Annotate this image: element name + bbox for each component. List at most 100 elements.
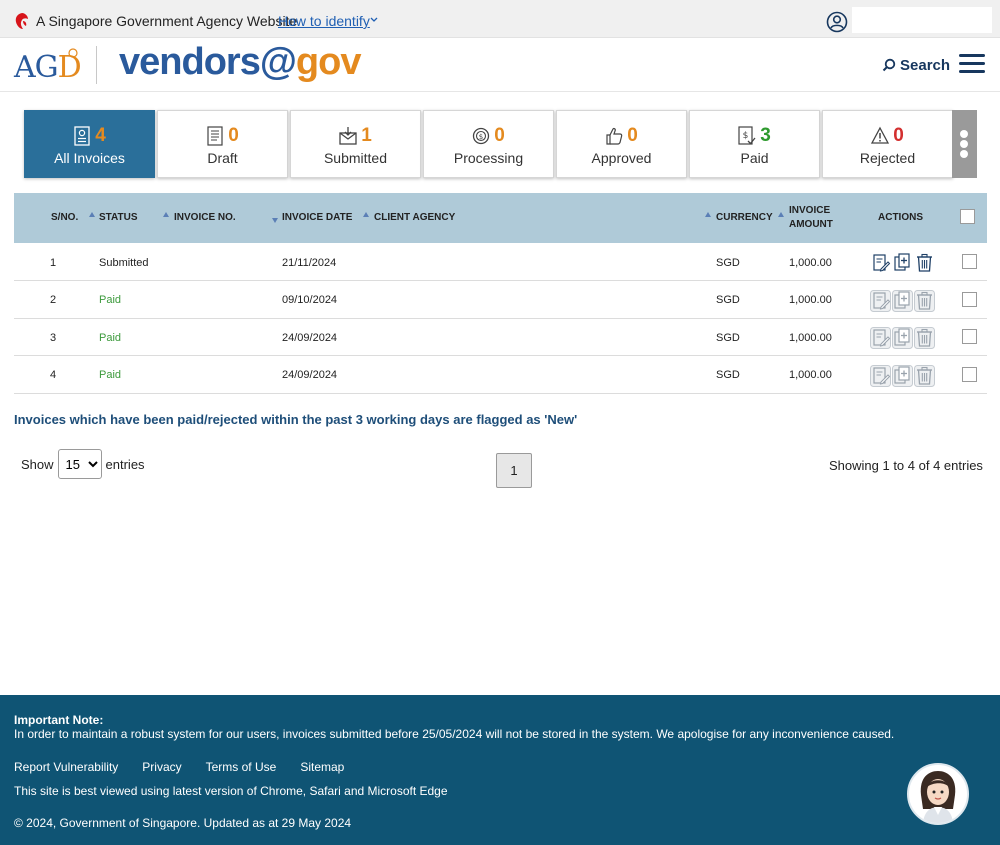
all-invoices-icon: [73, 126, 95, 146]
tab-rejected[interactable]: 0 Rejected: [822, 110, 953, 178]
cell-invoice-amount: 1,000.00: [789, 369, 832, 381]
row-actions: [870, 364, 936, 387]
row-actions: [870, 289, 936, 312]
page-button-current[interactable]: 1: [496, 453, 532, 488]
sort-asc-icon[interactable]: [88, 211, 96, 219]
sort-desc-icon[interactable]: [271, 216, 279, 224]
tab-submitted[interactable]: 1 Submitted: [290, 110, 421, 178]
tab-processing[interactable]: $ 0 Processing: [423, 110, 554, 178]
delete-invoice-icon[interactable]: [914, 289, 935, 312]
svg-text:$: $: [479, 133, 483, 141]
user-account-icon[interactable]: [826, 11, 848, 33]
footer-link-report-vulnerability[interactable]: Report Vulnerability: [14, 760, 118, 774]
table-row[interactable]: 2 Paid 09/10/2024 SGD 1,000.00: [14, 282, 987, 319]
col-header-currency[interactable]: CURRENCY: [716, 193, 773, 243]
important-note-title: Important Note:: [14, 713, 104, 727]
chevron-down-icon[interactable]: [369, 15, 379, 25]
copyright-text: © 2024, Government of Singapore. Updated…: [14, 816, 352, 830]
edit-invoice-icon[interactable]: [870, 252, 891, 274]
edit-invoice-icon[interactable]: [870, 364, 891, 387]
tab-label: Approved: [591, 150, 652, 166]
tab-draft[interactable]: 0 Draft: [157, 110, 288, 178]
select-all-checkbox[interactable]: [960, 209, 975, 224]
assistant-avatar-icon: [920, 771, 956, 823]
cell-status: Submitted: [99, 256, 149, 269]
tab-label: Rejected: [859, 150, 916, 166]
delete-invoice-icon[interactable]: [914, 252, 935, 274]
sort-asc-icon[interactable]: [162, 211, 170, 219]
table-row[interactable]: 4 Paid 24/09/2024 SGD 1,000.00: [14, 357, 987, 394]
row-actions: [870, 327, 936, 349]
approved-icon: [605, 126, 627, 146]
duplicate-invoice-icon[interactable]: [892, 252, 913, 274]
tab-count: 0: [627, 125, 638, 146]
new-flag-note: Invoices which have been paid/rejected w…: [14, 412, 578, 427]
tab-label: All Invoices: [54, 150, 125, 166]
row-select-checkbox[interactable]: [962, 254, 977, 269]
duplicate-invoice-icon[interactable]: [892, 327, 913, 349]
delete-invoice-icon[interactable]: [914, 327, 935, 349]
tab-count: 4: [95, 125, 106, 146]
gov-agency-text: A Singapore Government Agency Website: [36, 13, 298, 29]
cell-sno: 1: [50, 256, 57, 269]
footer-link-sitemap[interactable]: Sitemap: [300, 760, 344, 774]
how-to-identify-link[interactable]: How to identify: [278, 13, 370, 29]
col-header-client-agency[interactable]: CLIENT AGENCY: [374, 193, 455, 243]
hamburger-menu-icon[interactable]: [959, 54, 985, 74]
row-actions: [870, 252, 936, 274]
duplicate-invoice-icon[interactable]: [892, 289, 913, 312]
table-row[interactable]: 1 Submitted 21/11/2024 SGD 1,000.00: [14, 244, 987, 281]
col-header-invoice-amount[interactable]: INVOICE AMOUNT: [789, 193, 833, 243]
row-select-checkbox[interactable]: [962, 366, 977, 382]
col-header-sno[interactable]: S/NO.: [51, 193, 78, 243]
footer-link-terms-of-use[interactable]: Terms of Use: [206, 760, 277, 774]
edit-invoice-icon[interactable]: [870, 289, 891, 312]
col-header-amount-line1: INVOICE: [789, 205, 831, 216]
col-header-status[interactable]: STATUS: [99, 193, 138, 243]
sort-asc-icon[interactable]: [704, 211, 712, 219]
cell-sno: 3: [50, 331, 57, 344]
entries-label: entries: [105, 456, 145, 472]
duplicate-invoice-icon[interactable]: [892, 364, 913, 387]
chat-assistant-avatar[interactable]: [907, 763, 969, 825]
tab-approved[interactable]: 0 Approved: [556, 110, 687, 178]
tab-label: Draft: [207, 150, 238, 166]
row-select-checkbox[interactable]: [962, 329, 977, 344]
col-header-invoice-date[interactable]: INVOICE DATE: [282, 193, 352, 243]
sort-asc-icon[interactable]: [362, 211, 370, 219]
page-size-select[interactable]: 15: [57, 449, 102, 479]
col-header-invoice-no[interactable]: INVOICE NO.: [174, 193, 236, 243]
page-size-control: Show 15 entries: [21, 449, 145, 479]
agd-sparkle-icon: [68, 48, 78, 58]
submitted-icon: [339, 126, 361, 146]
cell-currency: SGD: [716, 294, 740, 306]
cell-invoice-date: 24/09/2024: [282, 369, 338, 381]
tab-count: 0: [494, 125, 505, 146]
edit-invoice-icon[interactable]: [870, 327, 891, 349]
footer-links: Report Vulnerability Privacy Terms of Us…: [14, 760, 368, 774]
footer-link-privacy[interactable]: Privacy: [142, 760, 181, 774]
search-button[interactable]: Search: [882, 54, 950, 76]
sort-asc-icon[interactable]: [777, 211, 785, 219]
vendors-gov-logo[interactable]: vendors@gov: [119, 41, 361, 84]
more-options-icon[interactable]: [952, 110, 977, 178]
delete-invoice-icon[interactable]: [914, 364, 935, 387]
cell-status: Paid: [99, 369, 122, 381]
header-divider: [96, 46, 97, 84]
cell-currency: SGD: [716, 369, 740, 381]
agd-logo[interactable]: AGD: [14, 46, 82, 86]
tab-count: 0: [228, 125, 239, 146]
site-header: AGD vendors@gov Search: [0, 38, 1000, 92]
cell-status: Paid: [99, 331, 122, 344]
show-label: Show: [21, 456, 54, 472]
draft-icon: [206, 126, 228, 146]
cell-sno: 4: [50, 369, 57, 381]
tab-paid[interactable]: $ 3 Paid: [689, 110, 820, 178]
rejected-icon: [871, 126, 893, 146]
row-select-checkbox[interactable]: [962, 291, 977, 307]
cell-currency: SGD: [716, 256, 740, 269]
processing-icon: $: [472, 126, 494, 146]
tab-all-invoices[interactable]: 4 All Invoices: [24, 110, 155, 178]
table-row[interactable]: 3 Paid 24/09/2024 SGD 1,000.00: [14, 319, 987, 356]
col-header-amount-line2: AMOUNT: [789, 219, 833, 230]
